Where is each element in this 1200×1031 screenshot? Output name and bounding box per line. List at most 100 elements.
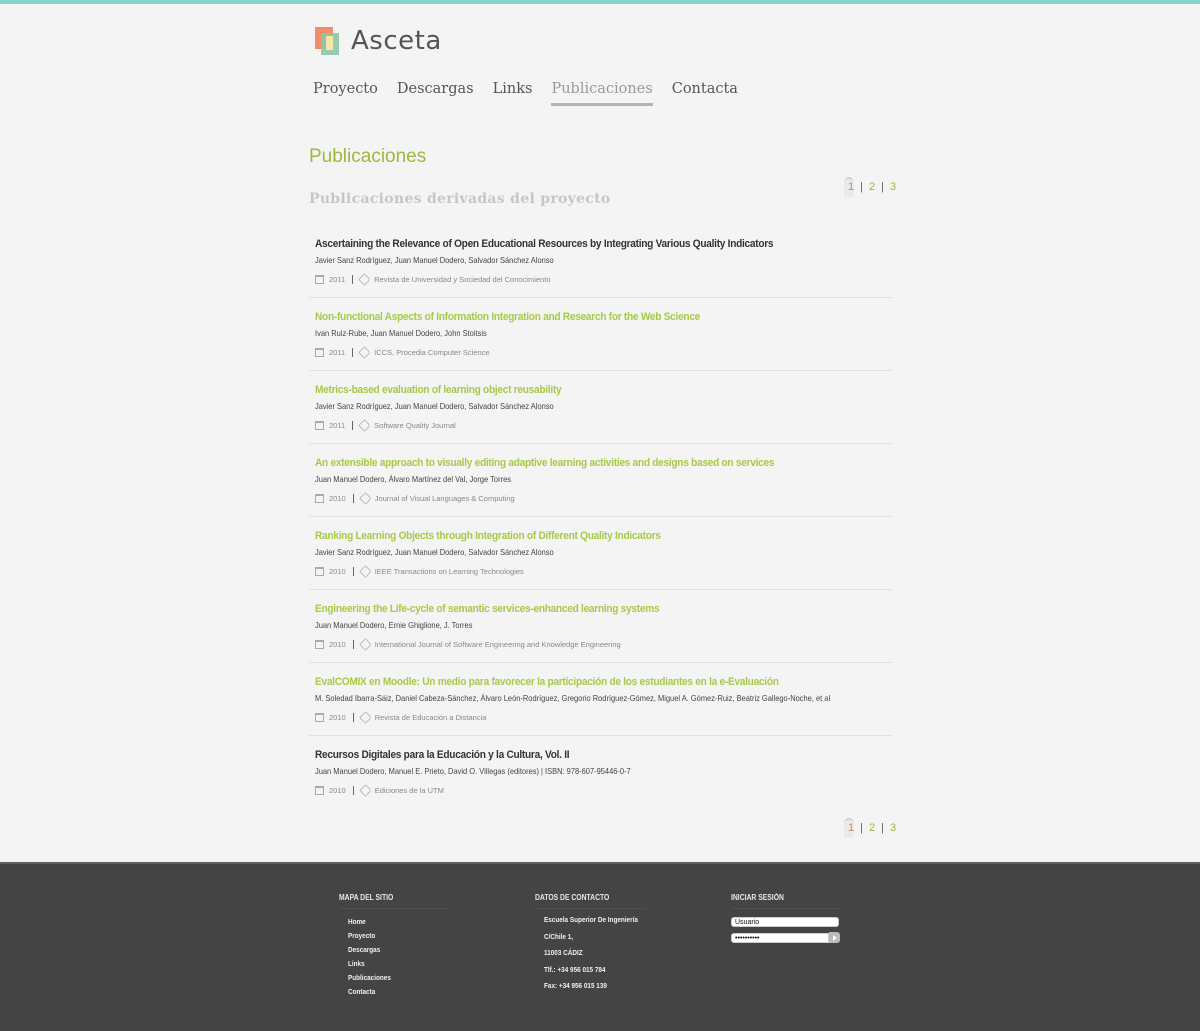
publication-title[interactable]: An extensible approach to visually editi… [315, 457, 774, 469]
footer-link-home[interactable]: Home [348, 915, 451, 929]
publication-authors: Juan Manuel Dodero, Álvaro Martínez del … [315, 474, 511, 484]
footer-link-publicaciones[interactable]: Publicaciones [348, 971, 451, 985]
tag-icon [358, 492, 372, 505]
username-input[interactable]: Usuario [731, 917, 839, 927]
footer-link-descargas[interactable]: Descargas [348, 943, 451, 957]
publication-meta: 2010 IEEE Transactions on Learning Techno… [315, 565, 524, 578]
publication-title[interactable]: Metrics-based evaluation of learning obj… [315, 384, 562, 396]
page-link-2[interactable]: 2 [867, 181, 877, 193]
nav-item-links[interactable]: Links [493, 81, 533, 106]
pagination-top: 1 | 2 | 3 [843, 177, 898, 197]
publication-venue: Journal of Visual Languages & Computing [374, 494, 515, 503]
publication-title[interactable]: EvalCOMIX en Moodle: Un medio para favor… [315, 676, 779, 688]
publication-authors: Ivan Ruiz-Rube, Juan Manuel Dodero, John… [315, 328, 487, 338]
page-separator: | [881, 181, 884, 193]
footer-link-links[interactable]: Links [348, 957, 451, 971]
calendar-icon [315, 640, 324, 649]
publication-title[interactable]: Engineering the Life-cycle of semantic s… [315, 603, 660, 615]
publication-authors: Javier Sanz Rodríguez, Juan Manuel Doder… [315, 547, 554, 557]
publication-venue: IEEE Transactions on Learning Technologi… [374, 567, 524, 576]
publication-venue: Software Quality Journal [374, 421, 456, 430]
tag-icon [358, 565, 372, 578]
publication-item: Recursos Digitales para la Educación y l… [309, 736, 892, 809]
publication-item: Metrics-based evaluation of learning obj… [309, 371, 892, 444]
meta-divider [352, 494, 354, 503]
tag-icon [358, 784, 372, 797]
publication-title[interactable]: Non-functional Aspects of Information In… [315, 311, 700, 323]
page-separator: | [860, 181, 863, 193]
calendar-icon [315, 567, 324, 576]
publication-venue: Revista de Universidad y Sociedad del Co… [374, 275, 551, 284]
nav-item-contacta[interactable]: Contacta [672, 81, 738, 106]
calendar-icon [315, 275, 324, 284]
publication-item: Ascertaining the Relevance of Open Educa… [309, 225, 892, 298]
sitemap-heading: MAPA DEL SITIO [339, 893, 450, 909]
publication-year: 2011 [329, 275, 346, 284]
contact-line: C/Chile 1, [544, 931, 574, 941]
publication-venue: Ediciones de la UTM [374, 786, 444, 795]
footer-login: INICIAR SESIÓN Usuario •••••••••• [731, 893, 861, 943]
meta-divider [352, 275, 354, 284]
publication-meta: 2011 Software Quality Journal [315, 419, 456, 432]
publication-item: Ranking Learning Objects through Integra… [309, 517, 892, 590]
publication-meta: 2011 ICCS, Procedia Computer Science [315, 346, 490, 359]
contact-line: 11003 CÁDIZ [544, 948, 583, 957]
publication-venue: ICCS, Procedia Computer Science [374, 348, 490, 357]
publication-meta: 2010 Ediciones de la UTM [315, 784, 444, 797]
publication-title: Recursos Digitales para la Educación y l… [315, 749, 570, 761]
publication-meta: 2010 Journal of Visual Languages & Comput… [315, 492, 515, 505]
section-subtitle: Publicaciones derivadas del proyecto [309, 191, 611, 207]
nav-item-proyecto[interactable]: Proyecto [313, 81, 378, 106]
main-nav: Proyecto Descargas Links Publicaciones C… [313, 81, 738, 106]
page-link-1[interactable]: 1 [843, 177, 856, 197]
calendar-icon [315, 786, 324, 795]
publication-item: Non-functional Aspects of Information In… [309, 298, 892, 371]
contact-fax: Fax: +34 956 015 139 [544, 981, 607, 990]
publication-item: An extensible approach to visually editi… [309, 444, 892, 517]
footer-link-proyecto[interactable]: Proyecto [348, 929, 451, 943]
tag-icon [358, 346, 372, 359]
meta-divider [352, 640, 354, 649]
footer-contact: DATOS DE CONTACTO Escuela Superior De In… [535, 893, 665, 995]
contact-line: Escuela Superior De Ingeniería [544, 915, 638, 924]
meta-divider [352, 348, 354, 357]
top-accent-line [0, 0, 1200, 4]
publication-year: 2010 [329, 713, 346, 722]
footer-link-contacta[interactable]: Contacta [348, 985, 451, 999]
tag-icon [358, 273, 372, 286]
nav-item-descargas[interactable]: Descargas [397, 81, 474, 106]
page-link-3[interactable]: 3 [888, 181, 898, 193]
publication-year: 2010 [329, 494, 346, 503]
calendar-icon [315, 713, 324, 722]
publication-authors: Javier Sanz Rodríguez, Juan Manuel Doder… [315, 401, 554, 411]
site-logo[interactable]: Asceta [315, 26, 442, 56]
page-title: Publicaciones [309, 146, 427, 167]
publication-year: 2010 [329, 567, 346, 576]
tag-icon [358, 419, 372, 432]
tag-icon [358, 711, 372, 724]
page-separator: | [881, 822, 884, 834]
publication-venue: International Journal of Software Engine… [374, 640, 621, 649]
login-heading: INICIAR SESIÓN [731, 893, 842, 909]
site-footer: MAPA DEL SITIO Home Proyecto Descargas L… [0, 862, 1200, 1031]
publication-meta: 2010 Revista de Educación a Distancia [315, 711, 486, 724]
calendar-icon [315, 421, 324, 430]
publication-authors: Juan Manuel Dodero, Manuel E. Prieto, Da… [315, 766, 631, 776]
contact-heading: DATOS DE CONTACTO [535, 893, 646, 909]
page-link-3[interactable]: 3 [888, 822, 898, 834]
login-submit-button[interactable] [829, 932, 840, 943]
password-input[interactable]: •••••••••• [731, 932, 829, 943]
publication-item: Engineering the Life-cycle of semantic s… [309, 590, 892, 663]
publication-year: 2010 [329, 640, 346, 649]
publication-list: Ascertaining the Relevance of Open Educa… [309, 225, 892, 809]
calendar-icon [315, 348, 324, 357]
page-link-1[interactable]: 1 [843, 818, 856, 838]
publication-title: Ascertaining the Relevance of Open Educa… [315, 238, 774, 250]
nav-item-publicaciones[interactable]: Publicaciones [551, 81, 653, 106]
page-link-2[interactable]: 2 [867, 822, 877, 834]
publication-title[interactable]: Ranking Learning Objects through Integra… [315, 530, 661, 542]
publication-authors: Javier Sanz Rodríguez, Juan Manuel Doder… [315, 255, 554, 265]
footer-sitemap: MAPA DEL SITIO Home Proyecto Descargas L… [339, 893, 469, 999]
publication-authors: Juan Manuel Dodero, Ernie Ghiglione, J. … [315, 620, 473, 630]
site-name: Asceta [351, 26, 442, 56]
